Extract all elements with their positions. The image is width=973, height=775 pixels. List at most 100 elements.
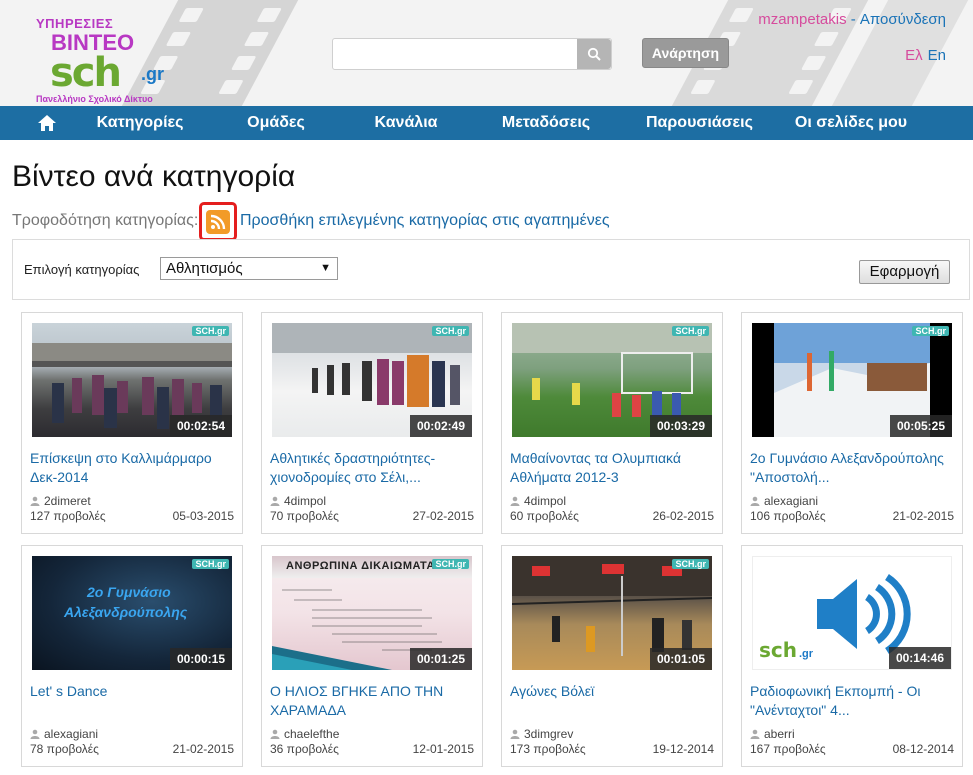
video-title[interactable]: Αγώνες Βόλεϊ	[510, 682, 716, 701]
video-date: 12-01-2015	[412, 742, 474, 756]
video-card[interactable]: SCH.gr 00:02:54 Επίσκεψη στο Καλλιμάρμαρ…	[21, 312, 243, 534]
video-card[interactable]: sch .gr 00:14:46 Ραδιοφωνική Εκπομπή - Ο…	[741, 545, 963, 767]
upload-button[interactable]: Ανάρτηση	[642, 38, 729, 68]
video-date: 05-03-2015	[172, 509, 234, 523]
search-box	[332, 38, 612, 70]
video-views: 106 προβολές	[750, 509, 826, 523]
video-author[interactable]: 2dimeret	[30, 494, 91, 508]
video-thumbnail[interactable]: sch .gr 00:14:46	[752, 556, 952, 670]
logout-link[interactable]: Αποσύνδεση	[860, 11, 946, 28]
author-name: aberri	[764, 727, 795, 741]
sch-badge: SCH.gr	[432, 559, 469, 569]
author-name: 4dimpol	[524, 494, 567, 508]
apply-button[interactable]: Εφαρμογή	[859, 260, 950, 284]
language-switcher: Ελ En	[905, 47, 946, 64]
svg-text:.gr: .gr	[799, 648, 814, 660]
video-title[interactable]: Επίσκεψη στο Καλλιμάρμαρο Δεκ-2014	[30, 449, 236, 487]
search-button[interactable]	[577, 39, 611, 69]
nav-categories[interactable]: Κατηγορίες	[94, 114, 186, 132]
search-icon	[587, 47, 601, 61]
video-duration: 00:05:25	[889, 415, 952, 437]
video-views: 70 προβολές	[270, 509, 339, 523]
user-icon	[270, 729, 280, 739]
category-select[interactable]: Αθλητισμός ▼	[160, 257, 338, 280]
lang-en-link[interactable]: En	[928, 47, 946, 64]
user-icon	[510, 496, 520, 506]
video-card[interactable]: SCH.gr 00:02:49 Αθλητικές δραστηριότητες…	[261, 312, 483, 534]
add-favorite-link[interactable]: Προσθήκη επιλεγμένης κατηγορίας στις αγα…	[240, 212, 610, 230]
video-duration: 00:01:25	[409, 648, 472, 670]
video-card[interactable]: ΑΝΘΡΩΠΙΝΑ ΔΙΚΑΙΩΜΑΤΑ SCH.gr 00:01:25 Ο Η…	[261, 545, 483, 767]
chevron-down-icon: ▼	[320, 262, 331, 274]
logo-subtitle: Πανελλήνιο Σχολικό Δίκτυο	[36, 94, 153, 104]
user-icon	[750, 729, 760, 739]
video-card[interactable]: SCH.gr 00:03:29 Μαθαίνοντας τα Ολυμπιακά…	[501, 312, 723, 534]
sch-badge: SCH.gr	[192, 326, 229, 336]
author-name: alexagiani	[764, 494, 819, 508]
video-author[interactable]: alexagiani	[750, 494, 818, 508]
video-card[interactable]: 2ο Γυμνάσιο Αλεξανδρούπολης SCH.gr 00:00…	[21, 545, 243, 767]
author-name: 2dimeret	[44, 494, 91, 508]
video-title[interactable]: Let' s Dance	[30, 682, 236, 701]
video-title[interactable]: 2ο Γυμνάσιο Αλεξανδρούπολης "Αποστολή...	[750, 449, 956, 487]
nav-groups[interactable]: Ομάδες	[186, 114, 366, 132]
video-thumbnail[interactable]: 2ο Γυμνάσιο Αλεξανδρούπολης SCH.gr 00:00…	[32, 556, 232, 670]
video-thumbnail[interactable]: SCH.gr 00:01:05	[512, 556, 712, 670]
video-thumbnail[interactable]: SCH.gr 00:05:25	[752, 323, 952, 437]
thumbnail-overlay-text: 2ο Γυμνάσιο	[87, 584, 171, 600]
video-thumbnail[interactable]: ΑΝΘΡΩΠΙΝΑ ΔΙΚΑΙΩΜΑΤΑ SCH.gr 00:01:25	[272, 556, 472, 670]
video-title[interactable]: Μαθαίνοντας τα Ολυμπιακά Αθλήματα 2012-3	[510, 449, 716, 487]
author-name: 3dimgrev	[524, 727, 574, 741]
video-author[interactable]: 4dimpol	[510, 494, 566, 508]
category-selected: Αθλητισμός	[166, 260, 243, 277]
video-thumbnail[interactable]: SCH.gr 00:02:49	[272, 323, 472, 437]
lang-el-link[interactable]: Ελ	[905, 47, 923, 64]
thumbnail-overlay-text: Αλεξανδρούπολης	[64, 604, 188, 620]
video-title[interactable]: Ραδιοφωνική Εκπομπή - Οι "Ανένταχτοι" 4.…	[750, 682, 956, 720]
video-duration: 00:02:49	[409, 415, 472, 437]
category-label: Επιλογή κατηγορίας	[24, 262, 140, 277]
video-card[interactable]: SCH.gr 00:01:05 Αγώνες Βόλεϊ 3dimgrev 17…	[501, 545, 723, 767]
sch-badge: SCH.gr	[192, 559, 229, 569]
video-title[interactable]: Αθλητικές δραστηριότητες-χιονοδρομίες στ…	[270, 449, 476, 487]
video-author[interactable]: 3dimgrev	[510, 727, 573, 741]
rss-feed-button[interactable]	[199, 202, 237, 241]
user-icon	[270, 496, 280, 506]
video-views: 127 προβολές	[30, 509, 106, 523]
site-header: ΥΠΗΡΕΣΙΕΣ ΒΙΝΤΕΟ sch .gr Πανελλήνιο Σχολ…	[0, 0, 973, 106]
video-card[interactable]: SCH.gr 00:05:25 2ο Γυμνάσιο Αλεξανδρούπο…	[741, 312, 963, 534]
site-logo[interactable]: ΥΠΗΡΕΣΙΕΣ ΒΙΝΤΕΟ sch .gr Πανελλήνιο Σχολ…	[36, 14, 176, 104]
username-link[interactable]: mzampetakis	[758, 11, 846, 28]
search-input[interactable]	[333, 39, 577, 69]
video-duration: 00:03:29	[649, 415, 712, 437]
video-date: 26-02-2015	[652, 509, 714, 523]
nav-channels[interactable]: Κανάλια	[366, 114, 446, 132]
video-views: 78 προβολές	[30, 742, 99, 756]
nav-broadcasts[interactable]: Μεταδόσεις	[446, 114, 646, 132]
sch-badge: SCH.gr	[672, 326, 709, 336]
video-date: 27-02-2015	[412, 509, 474, 523]
video-author[interactable]: chaelefthe	[270, 727, 339, 741]
video-date: 21-02-2015	[892, 509, 954, 523]
sch-badge: SCH.gr	[432, 326, 469, 336]
author-name: alexagiani	[44, 727, 99, 741]
video-views: 167 προβολές	[750, 742, 826, 756]
video-author[interactable]: aberri	[750, 727, 795, 741]
nav-my-pages[interactable]: Οι σελίδες μου	[746, 114, 956, 132]
svg-text:sch: sch	[759, 638, 797, 662]
video-author[interactable]: alexagiani	[30, 727, 98, 741]
video-title[interactable]: Ο ΗΛΙΟΣ ΒΓΗΚΕ ΑΠΟ ΤΗΝ ΧΑΡΑΜΑΔΑ	[270, 682, 476, 720]
main-nav: Κατηγορίες Ομάδες Κανάλια Μεταδόσεις Παρ…	[0, 106, 973, 140]
home-icon	[38, 115, 56, 131]
video-author[interactable]: 4dimpol	[270, 494, 326, 508]
video-thumbnail[interactable]: SCH.gr 00:02:54	[32, 323, 232, 437]
nav-home[interactable]	[0, 114, 94, 132]
video-duration: 00:14:46	[888, 647, 951, 669]
user-menu: mzampetakis - Αποσύνδεση	[758, 11, 946, 28]
video-thumbnail[interactable]: SCH.gr 00:03:29	[512, 323, 712, 437]
video-views: 173 προβολές	[510, 742, 586, 756]
user-icon	[510, 729, 520, 739]
video-date: 19-12-2014	[652, 742, 714, 756]
logo-tld: .gr	[141, 64, 165, 84]
nav-presentations[interactable]: Παρουσιάσεις	[646, 114, 753, 132]
